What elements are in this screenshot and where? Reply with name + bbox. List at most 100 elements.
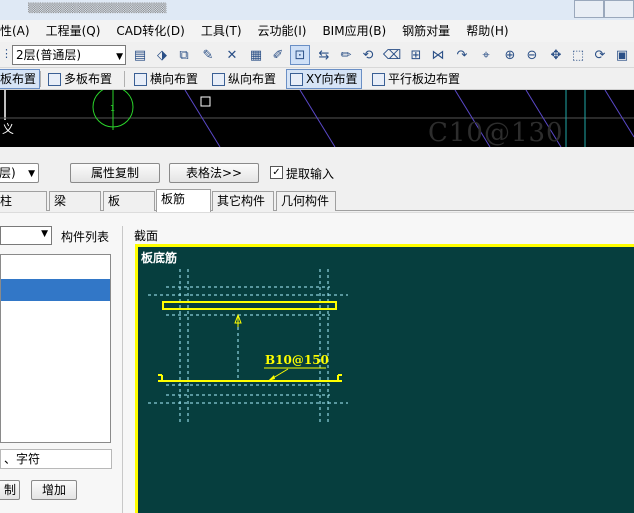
menu-item-cad[interactable]: CAD转化(D) <box>108 20 192 42</box>
menu-item-tools[interactable]: 工具(T) <box>193 20 250 42</box>
chevron-down-icon: ▼ <box>116 52 123 62</box>
mirror-icon[interactable]: ⋈ <box>428 45 448 65</box>
toolbar-separator <box>40 71 41 87</box>
pencil-icon[interactable]: ✐ <box>268 45 288 65</box>
rebar-label: B10@150 <box>265 353 329 367</box>
chevron-down-icon: ▼ <box>28 169 35 179</box>
copy-properties-button[interactable]: 属性复制 <box>70 163 160 183</box>
floor-select[interactable]: 2层(普通层) ▼ <box>12 45 126 65</box>
refresh-icon[interactable]: ⟳ <box>590 45 610 65</box>
tab-beam[interactable]: 梁 <box>49 191 101 211</box>
copy-icon[interactable]: ⧉ <box>174 45 194 65</box>
layer-icon[interactable]: ▣ <box>612 45 632 65</box>
section-drawing: 板底筋 B10@150 <box>135 244 634 513</box>
copy-component-label: 制 <box>3 483 16 497</box>
minimize-button[interactable] <box>574 0 604 18</box>
add-component-button[interactable]: 增加 <box>31 480 77 500</box>
slab-place-button[interactable]: 板布置 <box>0 69 41 89</box>
rotate-icon[interactable]: ⟲ <box>358 45 378 65</box>
select-active-icon[interactable]: ⊡ <box>290 45 310 65</box>
menubar: 性(A) 工程量(Q) CAD转化(D) 工具(T) 云功能(I) BIM应用(… <box>0 20 634 42</box>
measure-icon[interactable]: ⊞ <box>406 45 426 65</box>
add-component-label: 增加 <box>41 483 66 497</box>
brush-icon[interactable]: ✎ <box>198 45 218 65</box>
zoom-out-icon[interactable]: ⊖ <box>522 45 542 65</box>
parallel-edge-place-button[interactable]: 平行板边布置 <box>368 69 464 89</box>
move-icon[interactable]: ⇆ <box>314 45 334 65</box>
multi-slab-label: 多板布置 <box>64 72 113 86</box>
menu-item-rebar-check[interactable]: 钢筋对量 <box>394 20 458 42</box>
offset-icon[interactable]: ↷ <box>452 45 472 65</box>
menu-item-bim[interactable]: BIM应用(B) <box>314 20 394 42</box>
component-list-label: 构件列表 <box>61 230 110 244</box>
panel-divider <box>122 226 123 513</box>
cad-left-label: 义 <box>2 122 15 136</box>
horizontal-place-button[interactable]: 横向布置 <box>130 69 202 89</box>
tab-geometry-label: 几何构件 <box>281 194 330 208</box>
tab-other-label: 其它构件 <box>217 194 266 208</box>
menu-item-cloud[interactable]: 云功能(I) <box>250 20 315 42</box>
parallel-edge-icon <box>372 72 385 86</box>
tab-slab-rebar[interactable]: 板筋 <box>156 189 211 212</box>
tab-slab-label: 板 <box>108 194 121 208</box>
tab-other-components[interactable]: 其它构件 <box>212 191 274 211</box>
tab-beam-label: 梁 <box>54 194 67 208</box>
name-input[interactable]: 、字符 <box>0 449 112 469</box>
parallel-edge-label: 平行板边布置 <box>388 72 461 86</box>
tab-column[interactable]: 柱 <box>0 191 47 211</box>
properties-icon[interactable]: ▤ <box>130 45 150 65</box>
delete-icon[interactable]: ✕ <box>222 45 242 65</box>
multi-slab-icon <box>48 72 61 86</box>
main-toolbar: ⋮ 2层(普通层) ▼ ▤ ⬗ ⧉ ✎ ✕ ▦ ✐ ⊡ ⇆ ✏ ⟲ ⌫ ⊞ ⋈ … <box>0 42 634 68</box>
maximize-button[interactable] <box>604 0 634 18</box>
table-method-label: 表格法>> <box>185 166 243 180</box>
extract-input-label: 提取输入 <box>286 167 335 181</box>
pick-icon[interactable]: ⬗ <box>152 45 172 65</box>
window-title-blur: ▒▒▒▒▒▒▒▒▒▒▒▒▒▒▒▒▒▒▒▒ <box>28 4 167 14</box>
menu-item-quantity[interactable]: 工程量(Q) <box>38 20 109 42</box>
toolbar-grip-icon: ⋮ <box>1 47 12 60</box>
tab-slab-rebar-label: 板筋 <box>161 192 186 206</box>
list-item-selected[interactable] <box>1 279 110 301</box>
component-list[interactable] <box>0 254 111 443</box>
menu-item-help[interactable]: 帮助(H) <box>458 20 516 42</box>
zoom-in-icon[interactable]: ⊕ <box>500 45 520 65</box>
slab-place-label: 板布置 <box>0 72 37 86</box>
multi-slab-place-button[interactable]: 多板布置 <box>44 69 116 89</box>
toolbar-separator <box>124 71 125 87</box>
layer-select-value: 层) <box>0 166 16 180</box>
layout-toolbar: 板布置 多板布置 横向布置 纵向布置 XY向布置 平行板边布置 <box>0 68 634 90</box>
vertical-place-button[interactable]: 纵向布置 <box>208 69 280 89</box>
tab-geometry-components[interactable]: 几何构件 <box>276 191 336 211</box>
view-icon[interactable]: ⬚ <box>568 45 588 65</box>
xy-place-button[interactable]: XY向布置 <box>286 69 362 89</box>
component-type-select[interactable]: ▼ <box>0 226 52 245</box>
menu-item-attr[interactable]: 性(A) <box>0 20 38 42</box>
cad-canvas[interactable]: 义 1 C10@130 <box>0 90 634 147</box>
layer-select[interactable]: 层) ▼ <box>0 163 39 183</box>
horizontal-place-icon <box>134 72 147 86</box>
vertical-place-icon <box>212 72 225 86</box>
tab-slab[interactable]: 板 <box>103 191 155 211</box>
pan-icon[interactable]: ✥ <box>546 45 566 65</box>
horizontal-place-label: 横向布置 <box>150 72 199 86</box>
chevron-down-icon: ▼ <box>41 229 48 239</box>
cad-rebar-text: C10@130 <box>428 118 564 147</box>
extract-input-checkbox[interactable]: ✓ <box>270 166 283 179</box>
xy-place-icon <box>290 72 303 86</box>
vertical-place-label: 纵向布置 <box>228 72 277 86</box>
section-drawing-svg <box>148 269 348 425</box>
copy-component-button[interactable]: 制 <box>0 480 20 500</box>
axis-label: 1 <box>110 104 116 113</box>
draw-icon[interactable]: ✏ <box>336 45 356 65</box>
name-input-value: 、字符 <box>4 452 41 466</box>
grid-icon[interactable]: ▦ <box>246 45 266 65</box>
xy-place-label: XY向布置 <box>306 72 358 86</box>
section-label: 截面 <box>134 229 159 243</box>
floor-select-value: 2层(普通层) <box>16 48 81 62</box>
table-method-button[interactable]: 表格法>> <box>169 163 259 183</box>
zoom-window-icon[interactable]: ⌖ <box>476 45 496 65</box>
panel-spacer <box>0 147 634 160</box>
erase-icon[interactable]: ⌫ <box>382 45 402 65</box>
window-titlebar: ▒▒▒▒▒▒▒▒▒▒▒▒▒▒▒▒▒▒▒▒ <box>0 0 634 20</box>
